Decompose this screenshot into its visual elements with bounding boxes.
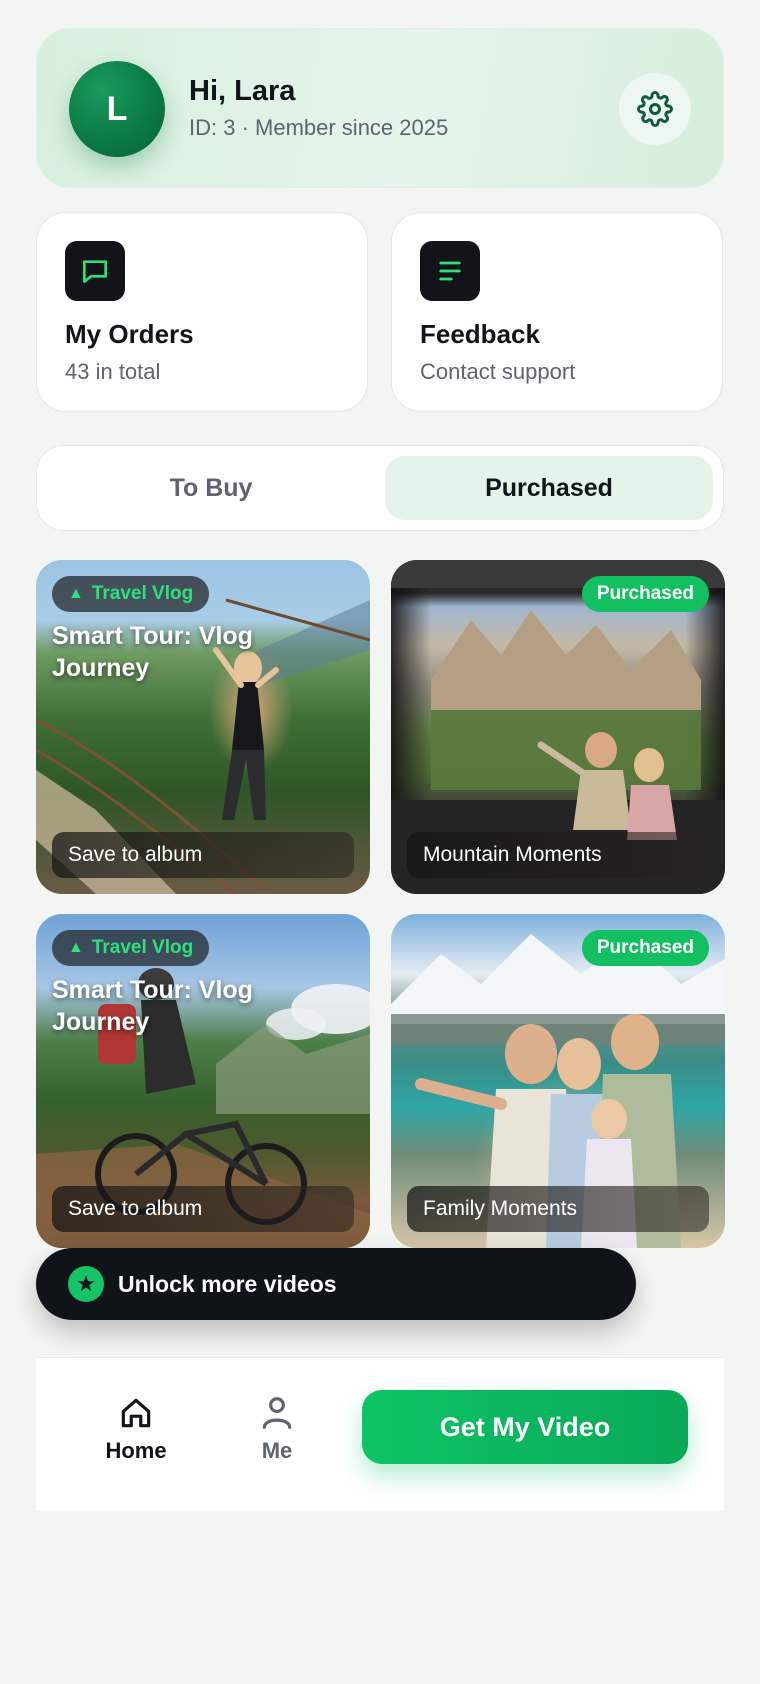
gear-icon xyxy=(637,91,673,127)
feedback-card[interactable]: Feedback Contact support xyxy=(391,212,723,412)
nav-me[interactable]: Me xyxy=(227,1394,327,1474)
greeting: Hi, Lara xyxy=(189,75,296,107)
settings-button[interactable] xyxy=(619,73,691,145)
video-title: Smart Tour: Vlog Journey xyxy=(52,622,253,682)
triangle-icon: ▲ xyxy=(68,585,84,602)
feedback-title: Feedback xyxy=(420,319,540,349)
travel-vlog-tag: ▲ Travel Vlog xyxy=(52,576,210,612)
save-to-album-button[interactable]: Save to album xyxy=(52,1186,354,1232)
user-icon xyxy=(262,1397,292,1429)
feedback-subtitle: Contact support xyxy=(420,359,576,384)
video-caption: Mountain Moments xyxy=(407,832,709,878)
my-orders-card[interactable]: My Orders 43 in total xyxy=(36,212,368,412)
video-card[interactable]: Purchased Mountain Moments xyxy=(391,560,725,894)
my-orders-title: My Orders xyxy=(65,319,194,349)
purchased-badge: Purchased xyxy=(581,576,709,612)
get-my-video-button[interactable]: Get My Video xyxy=(362,1390,688,1464)
my-orders-count: 43 in total xyxy=(65,359,161,384)
unlock-label: Unlock more videos xyxy=(118,1270,337,1297)
member-info: ID: 3 · Member since 2025 xyxy=(189,115,449,140)
home-icon xyxy=(121,1398,151,1428)
profile-header: L Hi, Lara ID: 3 · Member since 2025 xyxy=(36,28,724,188)
nav-home[interactable]: Home xyxy=(86,1394,186,1474)
purchased-badge: Purchased xyxy=(581,930,709,966)
video-card[interactable]: Purchased Family Moments xyxy=(391,914,725,1248)
triangle-icon: ▲ xyxy=(68,939,84,956)
nav-me-label: Me xyxy=(261,1438,293,1463)
segmented-tabs: To Buy Purchased xyxy=(36,445,724,531)
chat-icon xyxy=(65,241,125,301)
travel-vlog-tag: ▲ Travel Vlog xyxy=(52,930,210,966)
tab-to-buy[interactable]: To Buy xyxy=(47,456,375,520)
video-card[interactable]: ▲ Travel Vlog Smart Tour: Vlog Journey S… xyxy=(36,914,370,1248)
save-to-album-button[interactable]: Save to album xyxy=(52,832,354,878)
menu-lines-icon xyxy=(420,241,480,301)
tab-purchased[interactable]: Purchased xyxy=(385,456,713,520)
video-card[interactable]: ▲ Travel Vlog Smart Tour: Vlog Journey S… xyxy=(36,560,370,894)
nav-home-label: Home xyxy=(105,1438,167,1463)
video-caption: Family Moments xyxy=(407,1186,709,1232)
star-icon: ★ xyxy=(68,1266,104,1302)
bottom-navigation: Home Me Get My Video xyxy=(36,1357,724,1511)
tag-label: Travel Vlog xyxy=(91,583,194,604)
avatar[interactable]: L xyxy=(69,61,165,157)
video-title: Smart Tour: Vlog Journey xyxy=(52,976,253,1036)
tag-label: Travel Vlog xyxy=(91,937,194,958)
unlock-more-videos-button[interactable]: ★ Unlock more videos xyxy=(36,1248,636,1320)
